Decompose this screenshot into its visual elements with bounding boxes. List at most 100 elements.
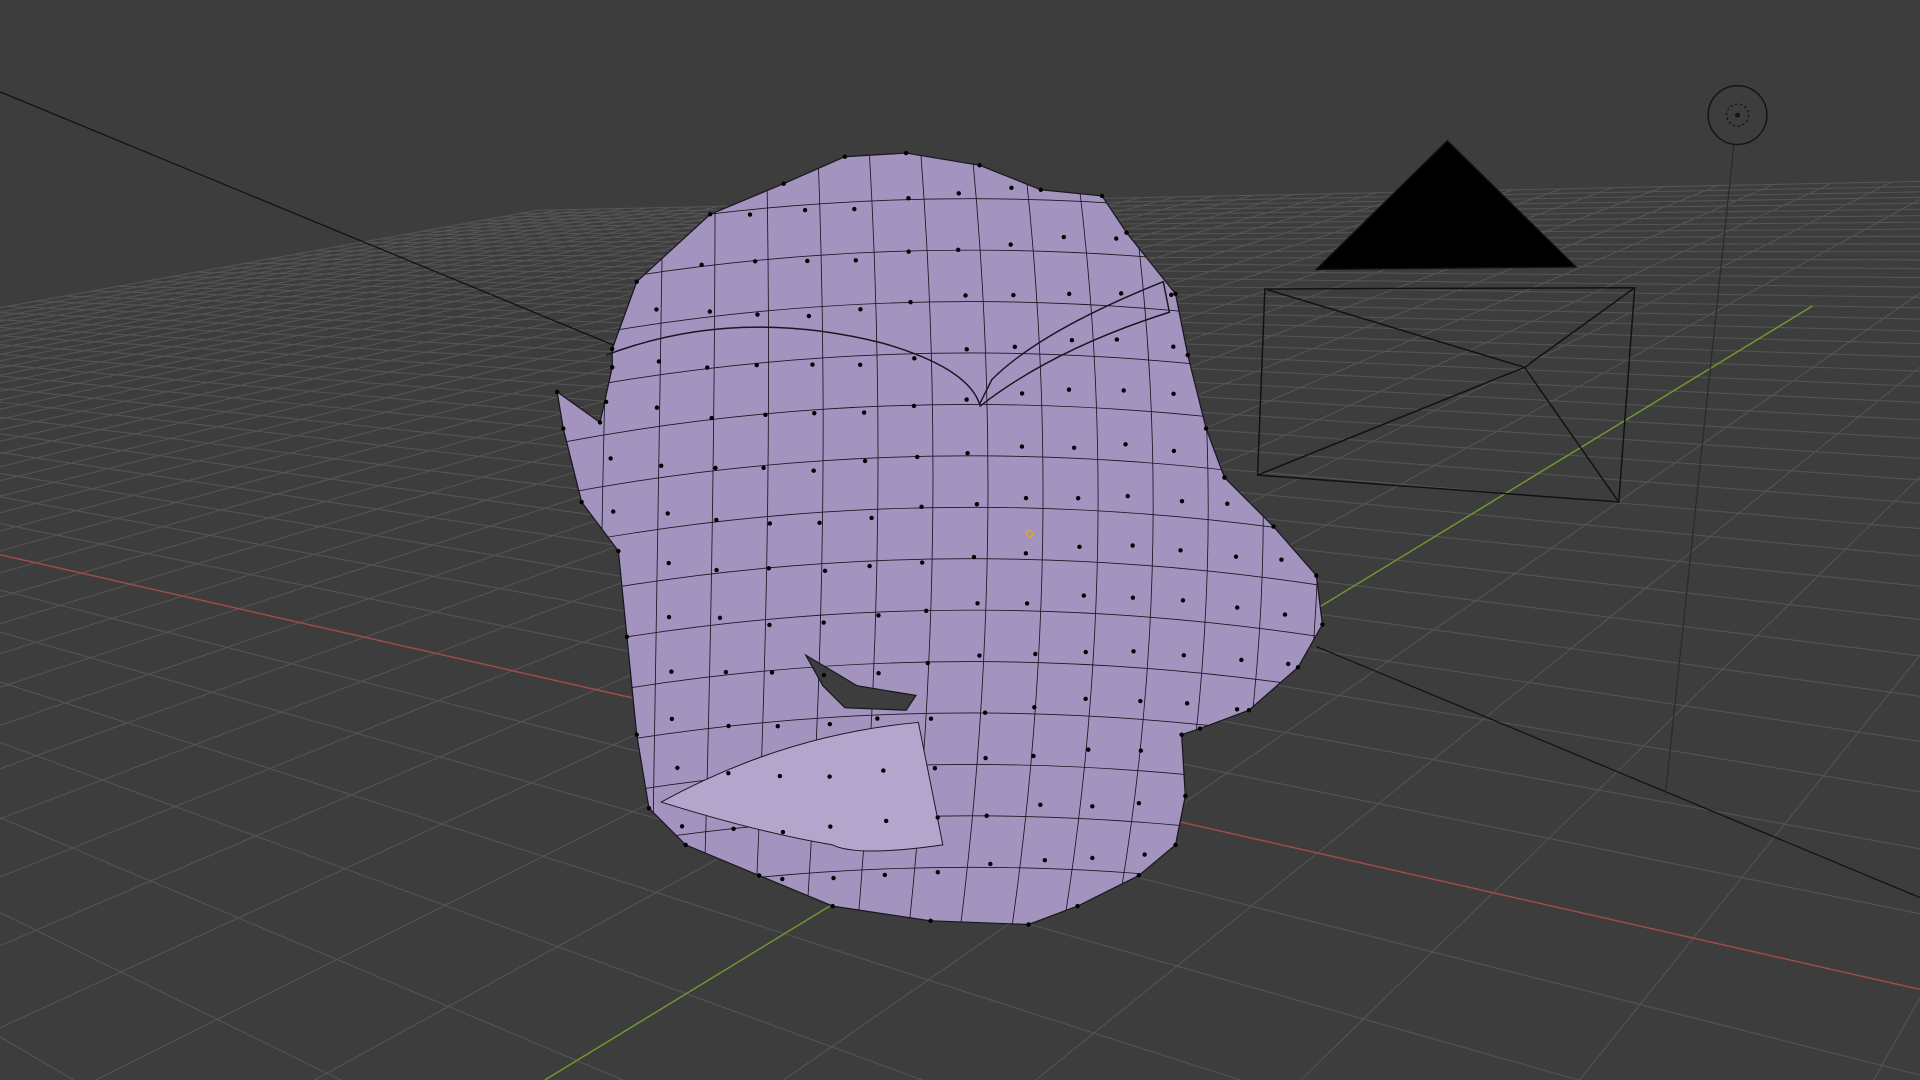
mesh-vertex — [666, 560, 671, 566]
mesh-vertex — [1077, 544, 1082, 550]
mesh-vertex — [831, 875, 836, 881]
mesh-vertex — [634, 279, 639, 284]
mesh-vertex — [723, 669, 729, 675]
mesh-vertex — [1179, 732, 1184, 737]
mesh-vertex — [1075, 903, 1080, 909]
mesh-vertex — [935, 870, 941, 875]
mesh-vertex — [1285, 661, 1291, 667]
mesh-vertex — [1138, 748, 1144, 753]
mesh-vertex — [853, 258, 858, 263]
mesh-vertex — [775, 724, 780, 729]
mesh-vertex — [781, 181, 786, 186]
mesh-vertex — [1024, 601, 1030, 606]
mesh-vertex — [1181, 653, 1187, 658]
mesh-vertex — [821, 620, 826, 625]
mesh-vertex — [858, 307, 863, 312]
mesh-vertex — [766, 566, 772, 571]
mesh-vertex — [1086, 747, 1091, 752]
mesh-vertex — [654, 405, 660, 410]
mesh-vertex — [919, 504, 924, 510]
mesh-vertex — [769, 670, 775, 675]
mesh-vertex — [1033, 651, 1038, 657]
mesh-vertex — [924, 608, 929, 613]
mesh-vertex — [608, 456, 613, 461]
mesh-vertex — [714, 567, 719, 573]
mesh-vertex — [1019, 391, 1025, 396]
mesh-vertex — [665, 511, 670, 516]
mesh-vertex — [1131, 649, 1136, 654]
mesh-vertex — [1090, 855, 1095, 861]
mesh-vertex — [1234, 707, 1240, 712]
mesh-vertex — [1282, 612, 1288, 617]
mesh-vertex — [1130, 543, 1135, 548]
mesh-vertex — [911, 403, 917, 409]
mesh-vertex — [1121, 388, 1126, 393]
mesh-vertex — [1081, 593, 1086, 598]
mesh-vertex — [780, 876, 785, 882]
mesh-vertex — [828, 824, 833, 829]
mesh-vertex — [1011, 292, 1016, 298]
mesh-vertex — [1130, 595, 1136, 600]
mesh-vertex — [1235, 605, 1240, 610]
mesh-vertex — [1183, 793, 1188, 799]
mesh-vertex — [1233, 554, 1239, 559]
mesh-vertex — [761, 465, 766, 471]
mesh-vertex — [842, 154, 848, 159]
mesh-vertex — [752, 259, 758, 264]
mesh-vertex — [597, 420, 603, 425]
mesh-vertex — [964, 347, 969, 352]
mesh-vertex — [679, 824, 685, 829]
mesh-vertex — [669, 716, 675, 722]
mesh-vertex — [1203, 426, 1209, 431]
mesh-vertex — [624, 634, 630, 639]
mesh-vertex — [1124, 230, 1129, 235]
mesh-vertex — [705, 365, 710, 370]
mesh-vertex — [827, 721, 833, 727]
light-icon-center — [1735, 112, 1740, 118]
mesh-vertex — [726, 723, 731, 729]
mesh-vertex — [1038, 802, 1043, 808]
mesh-vertex — [862, 458, 868, 464]
3d-viewport[interactable] — [0, 0, 1920, 1080]
mesh-vertex — [1031, 753, 1036, 759]
mesh-vertex — [554, 389, 560, 395]
mesh-vertex — [654, 307, 659, 312]
mesh-vertex — [1012, 344, 1018, 349]
mesh-vertex — [1123, 442, 1128, 447]
mesh-vertex — [767, 521, 773, 526]
mesh-vertex — [883, 818, 889, 824]
mesh-vertex — [610, 346, 615, 352]
mesh-vertex — [1114, 236, 1119, 241]
mesh-vertex — [777, 773, 783, 779]
mesh-vertex — [616, 548, 621, 554]
mesh-vertex — [603, 399, 609, 405]
mesh-vertex — [1019, 444, 1025, 449]
mesh-vertex — [659, 463, 664, 468]
mesh-vertex — [932, 766, 938, 771]
mesh-vertex — [754, 362, 759, 368]
mesh-vertex — [1179, 498, 1185, 504]
mesh-vertex — [1136, 800, 1142, 806]
mesh-vertex — [675, 765, 680, 771]
mesh-vertex — [912, 356, 917, 361]
mesh-vertex — [928, 918, 933, 924]
mesh-vertex — [1171, 448, 1177, 454]
mesh-vertex — [1038, 187, 1044, 192]
mesh-vertex — [925, 660, 930, 666]
mesh-vertex — [1125, 493, 1130, 499]
mesh-vertex — [579, 499, 584, 505]
mesh-vertex — [955, 247, 961, 252]
mesh-vertex — [977, 653, 982, 658]
mesh-vertex — [669, 669, 674, 674]
mesh-vertex — [714, 517, 719, 523]
mesh-vertex — [935, 815, 940, 820]
mesh-vertex — [1142, 852, 1147, 857]
mesh-vertex — [982, 710, 988, 715]
mesh-vertex — [747, 212, 753, 217]
mesh-vertex — [1171, 344, 1176, 349]
mesh-vertex — [683, 842, 688, 848]
mesh-vertex — [1075, 496, 1081, 501]
mesh-vertex — [1246, 708, 1252, 713]
mesh-vertex — [975, 601, 980, 606]
mesh-vertex — [1279, 557, 1284, 562]
